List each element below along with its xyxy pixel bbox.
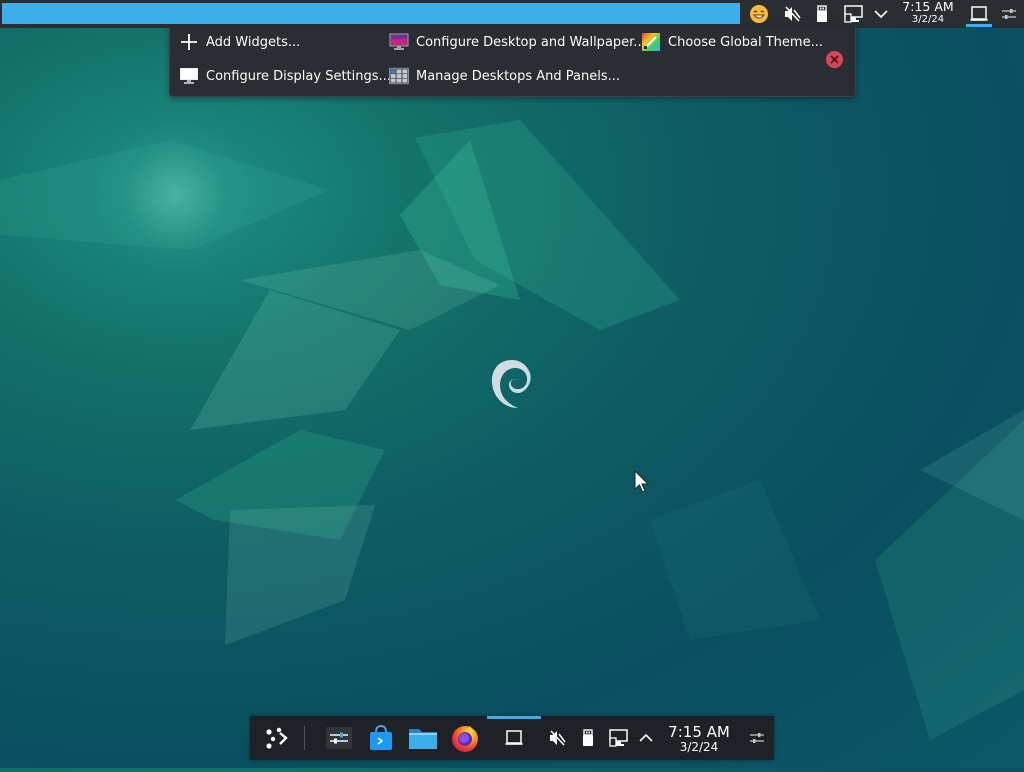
desktop-toolbox: Add Widgets... Configure Desktop and Wal… xyxy=(169,27,856,97)
display-monitor-icon xyxy=(179,66,199,86)
chevron-down-icon[interactable] xyxy=(872,2,890,26)
add-widgets-button[interactable]: Add Widgets... xyxy=(179,31,300,53)
panel-settings-icon xyxy=(1002,9,1016,19)
digital-clock[interactable]: 7:15 AM 3/2/24 xyxy=(898,0,958,25)
mouse-cursor xyxy=(634,469,650,498)
emoji-icon[interactable] xyxy=(747,2,771,26)
show-desktop-button-bottom[interactable] xyxy=(500,722,528,754)
panel-edit-highlight[interactable] xyxy=(2,3,740,24)
configure-display-button[interactable]: Configure Display Settings... xyxy=(179,65,391,87)
add-widgets-label: Add Widgets... xyxy=(206,34,301,50)
clock-time: 7:15 AM xyxy=(902,0,954,14)
choose-global-theme-label: Choose Global Theme... xyxy=(668,34,823,50)
clock-time: 7:15 AM xyxy=(668,723,730,741)
show-desktop-button[interactable] xyxy=(967,2,991,26)
usb-device-icon[interactable] xyxy=(813,2,831,26)
app-launcher-icon xyxy=(266,727,288,749)
dolphin-files-icon xyxy=(409,729,437,749)
panel-settings-icon xyxy=(750,733,764,743)
network-icon xyxy=(608,729,628,747)
dolphin-files-launcher[interactable] xyxy=(406,722,440,754)
plus-icon xyxy=(179,32,199,52)
bottom-panel: 7:15 AM 3/2/24 xyxy=(250,716,774,760)
panel-separator xyxy=(304,726,305,750)
show-desktop-icon xyxy=(505,730,523,745)
top-panel: 7:15 AM 3/2/24 xyxy=(0,0,1024,28)
global-theme-icon xyxy=(641,32,661,52)
close-icon xyxy=(830,55,839,64)
close-toolbox-button[interactable] xyxy=(826,51,843,68)
debian-swirl-logo xyxy=(488,356,536,416)
network-icon[interactable] xyxy=(842,2,864,26)
chevron-up-icon xyxy=(639,733,653,742)
system-settings-icon xyxy=(326,727,352,749)
configure-display-label: Configure Display Settings... xyxy=(206,68,391,84)
volume-muted-icon[interactable] xyxy=(781,2,803,26)
app-launcher-button[interactable] xyxy=(258,722,294,754)
discover-store-launcher[interactable] xyxy=(364,722,398,754)
show-desktop-icon xyxy=(970,6,988,21)
manage-desktops-button[interactable]: Manage Desktops And Panels... xyxy=(389,65,620,87)
manage-desktops-label: Manage Desktops And Panels... xyxy=(416,68,621,84)
system-settings-launcher[interactable] xyxy=(322,722,356,754)
panel-settings-button-bottom[interactable] xyxy=(746,722,768,754)
configure-desktop-button[interactable]: Configure Desktop and Wallpaper... xyxy=(389,31,646,53)
show-desktop-active-indicator xyxy=(966,24,992,27)
task-active-indicator xyxy=(487,716,541,719)
clock-date: 3/2/24 xyxy=(911,13,945,25)
wallpaper-glow xyxy=(90,120,260,270)
volume-muted-button[interactable] xyxy=(544,722,570,754)
discover-store-icon xyxy=(370,725,392,750)
desktop-wallpaper-icon xyxy=(389,32,409,52)
usb-device-icon xyxy=(583,729,593,746)
digital-clock-bottom[interactable]: 7:15 AM 3/2/24 xyxy=(664,723,734,754)
desktop-grid-icon xyxy=(389,66,409,86)
choose-global-theme-button[interactable]: Choose Global Theme... xyxy=(641,31,823,53)
network-button[interactable] xyxy=(606,722,630,754)
clock-date: 3/2/24 xyxy=(679,740,719,754)
volume-muted-icon xyxy=(550,730,566,746)
firefox-icon xyxy=(452,726,478,752)
usb-device-button[interactable] xyxy=(578,722,598,754)
configure-desktop-label: Configure Desktop and Wallpaper... xyxy=(416,34,646,50)
tray-expand-button[interactable] xyxy=(636,722,656,754)
panel-settings-button[interactable] xyxy=(999,2,1019,26)
firefox-launcher[interactable] xyxy=(447,722,483,754)
